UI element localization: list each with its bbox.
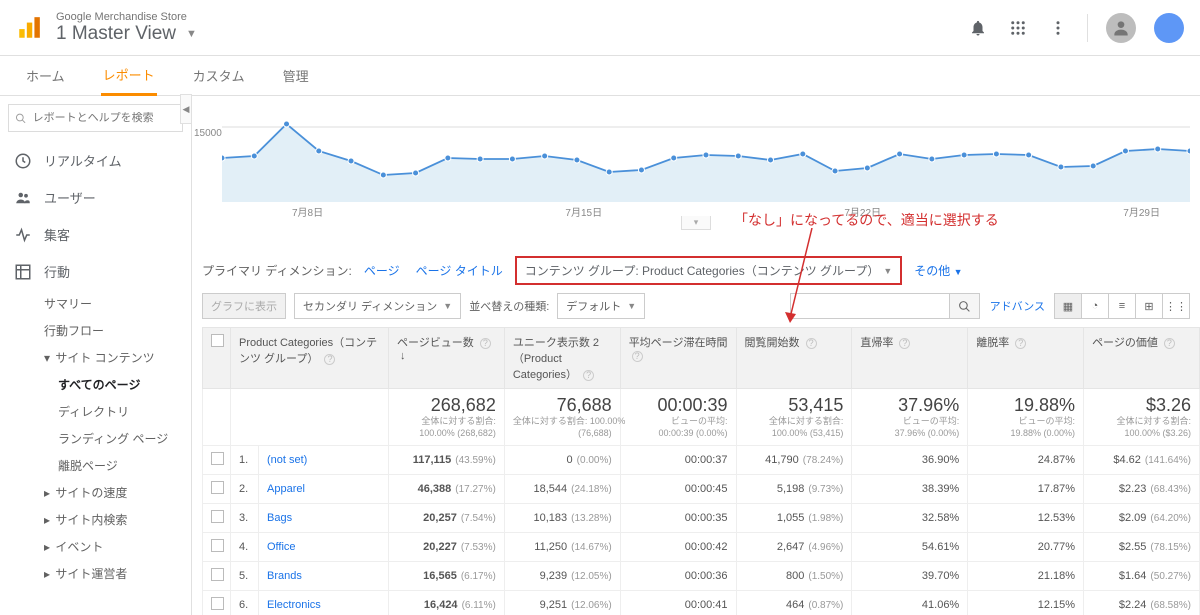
sidebar-item-user[interactable]: ユーザー: [0, 179, 191, 216]
bell-icon[interactable]: [967, 17, 989, 39]
acq-icon: [14, 226, 32, 244]
row-link[interactable]: (not set): [267, 454, 307, 466]
row-link[interactable]: Apparel: [267, 483, 305, 495]
sidebar-collapse-icon[interactable]: ◀: [180, 94, 192, 124]
sidebar-sub[interactable]: ▸ サイトの速度: [0, 479, 191, 506]
row-link[interactable]: Office: [267, 541, 296, 553]
col-metric[interactable]: ページの価値 ?: [1084, 328, 1200, 389]
sidebar-sub[interactable]: サマリー: [0, 290, 191, 317]
table-row: 3.Bags20,257(7.54%)10,183(13.28%)00:00:3…: [203, 504, 1200, 533]
sidebar-sub[interactable]: ディレクトリ: [0, 398, 191, 425]
sidebar: ◀ リアルタイムユーザー集客行動 サマリー行動フロー▾ サイト コンテンツすべて…: [0, 96, 192, 615]
user-icon: [14, 189, 32, 207]
content-pane: 15000 7月8日 7月15日 7月22日 7月29日 ▾ 「なし」になってる…: [192, 96, 1200, 615]
sidebar-sub[interactable]: ▾ サイト コンテンツ: [0, 344, 191, 371]
tab-home[interactable]: ホーム: [24, 56, 67, 96]
annotation-arrow-icon: [782, 228, 822, 328]
tab-report[interactable]: レポート: [101, 56, 157, 96]
app-header: Google Merchandise Store 1 Master View ▼: [0, 0, 1200, 56]
view-table-icon[interactable]: ▦: [1054, 293, 1082, 319]
dim-content-group[interactable]: コンテンツ グループ: Product Categories（コンテンツ グルー…: [515, 256, 903, 285]
sidebar-sub[interactable]: 離脱ページ: [0, 452, 191, 479]
account-sub: Google Merchandise Store: [56, 11, 197, 23]
sort-dropdown[interactable]: デフォルト▼: [557, 293, 645, 319]
account-main: 1 Master View: [56, 23, 176, 45]
more-icon[interactable]: [1047, 17, 1069, 39]
table-row: 1.(not set)117,115(43.59%)0(0.00%)00:00:…: [203, 446, 1200, 475]
col-metric[interactable]: 平均ページ滞在時間 ?: [620, 328, 736, 389]
row-link[interactable]: Bags: [267, 512, 292, 524]
search-input-wrap[interactable]: [8, 104, 183, 132]
sidebar-item-behavior[interactable]: 行動: [0, 253, 191, 290]
sidebar-item-clock[interactable]: リアルタイム: [0, 142, 191, 179]
advanced-link[interactable]: アドバンス: [990, 298, 1045, 314]
table-row: 2.Apparel46,388(17.27%)18,544(24.18%)00:…: [203, 475, 1200, 504]
table-search-button[interactable]: [950, 293, 980, 319]
data-table: Product Categories（コンテンツ グループ） ?ページビュー数 …: [202, 327, 1200, 615]
table-row: 4.Office20,227(7.53%)11,250(14.67%)00:00…: [203, 533, 1200, 562]
tab-custom[interactable]: カスタム: [191, 56, 247, 96]
col-metric[interactable]: 直帰率 ?: [852, 328, 968, 389]
sidebar-sub[interactable]: ランディング ページ: [0, 425, 191, 452]
col-metric[interactable]: 離脱率 ?: [968, 328, 1084, 389]
col-metric[interactable]: ユニーク表示数 2（Product Categories） ?: [504, 328, 620, 389]
ga-logo-icon: [16, 15, 42, 41]
view-pie-icon[interactable]: ◔: [1081, 293, 1109, 319]
view-compare-icon[interactable]: ⊞: [1135, 293, 1163, 319]
view-pivot-icon[interactable]: ⋮⋮: [1162, 293, 1190, 319]
view-bar-icon[interactable]: ≡: [1108, 293, 1136, 319]
sidebar-sub[interactable]: 行動フロー: [0, 317, 191, 344]
controls-row: グラフに表示 セカンダリ ディメンション▼ 並べ替えの種類: デフォルト▼ アド…: [202, 293, 1190, 319]
sort-label: 並べ替えの種類:: [469, 298, 549, 314]
col-metric[interactable]: ページビュー数 ? ↓: [389, 328, 505, 389]
behavior-icon: [14, 263, 32, 281]
sidebar-sub[interactable]: すべてのページ: [0, 371, 191, 398]
primary-dim-label: プライマリ ディメンション:: [202, 262, 352, 279]
search-input[interactable]: [33, 112, 176, 124]
chart-expand-handle[interactable]: ▾: [681, 216, 712, 230]
row-link[interactable]: Brands: [267, 570, 302, 582]
chevron-down-icon: ▼: [186, 28, 197, 40]
chevron-down-icon: ▼: [883, 266, 892, 276]
account-icon[interactable]: [1106, 13, 1136, 43]
dim-page[interactable]: ページ: [360, 260, 404, 281]
primary-dimension-row: プライマリ ディメンション: ページ ページ タイトル コンテンツ グループ: …: [202, 256, 1190, 285]
tab-admin[interactable]: 管理: [281, 56, 311, 96]
annotation-text: 「なし」になってるので、適当に選択する: [734, 210, 999, 230]
col-name: Product Categories（コンテンツ グループ） ?: [231, 328, 389, 389]
sidebar-sub[interactable]: ▸ イベント: [0, 533, 191, 560]
secondary-dim-dropdown[interactable]: セカンダリ ディメンション▼: [294, 293, 461, 319]
col-checkbox[interactable]: [203, 328, 231, 389]
show-in-graph-button[interactable]: グラフに表示: [202, 293, 286, 319]
user-avatar[interactable]: [1154, 13, 1184, 43]
table-row: 6.Electronics16,424(6.11%)9,251(12.06%)0…: [203, 591, 1200, 615]
col-metric[interactable]: 閲覧開始数 ?: [736, 328, 852, 389]
dim-page-title[interactable]: ページ タイトル: [412, 260, 507, 281]
table-row: 5.Brands16,565(6.17%)9,239(12.05%)00:00:…: [203, 562, 1200, 591]
apps-icon[interactable]: [1007, 17, 1029, 39]
line-chart: 15000: [222, 102, 1190, 202]
top-nav: ホーム レポート カスタム 管理: [0, 56, 1200, 96]
search-icon: [15, 112, 27, 125]
clock-icon: [14, 152, 32, 170]
sidebar-sub[interactable]: ▸ サイト運営者: [0, 560, 191, 587]
dim-other[interactable]: その他 ▼: [910, 260, 966, 281]
row-link[interactable]: Electronics: [267, 599, 321, 611]
chart-ytick: 15000: [194, 128, 222, 139]
sidebar-sub[interactable]: ▸ サイト内検索: [0, 506, 191, 533]
account-selector[interactable]: Google Merchandise Store 1 Master View ▼: [56, 11, 197, 45]
sidebar-item-acq[interactable]: 集客: [0, 216, 191, 253]
